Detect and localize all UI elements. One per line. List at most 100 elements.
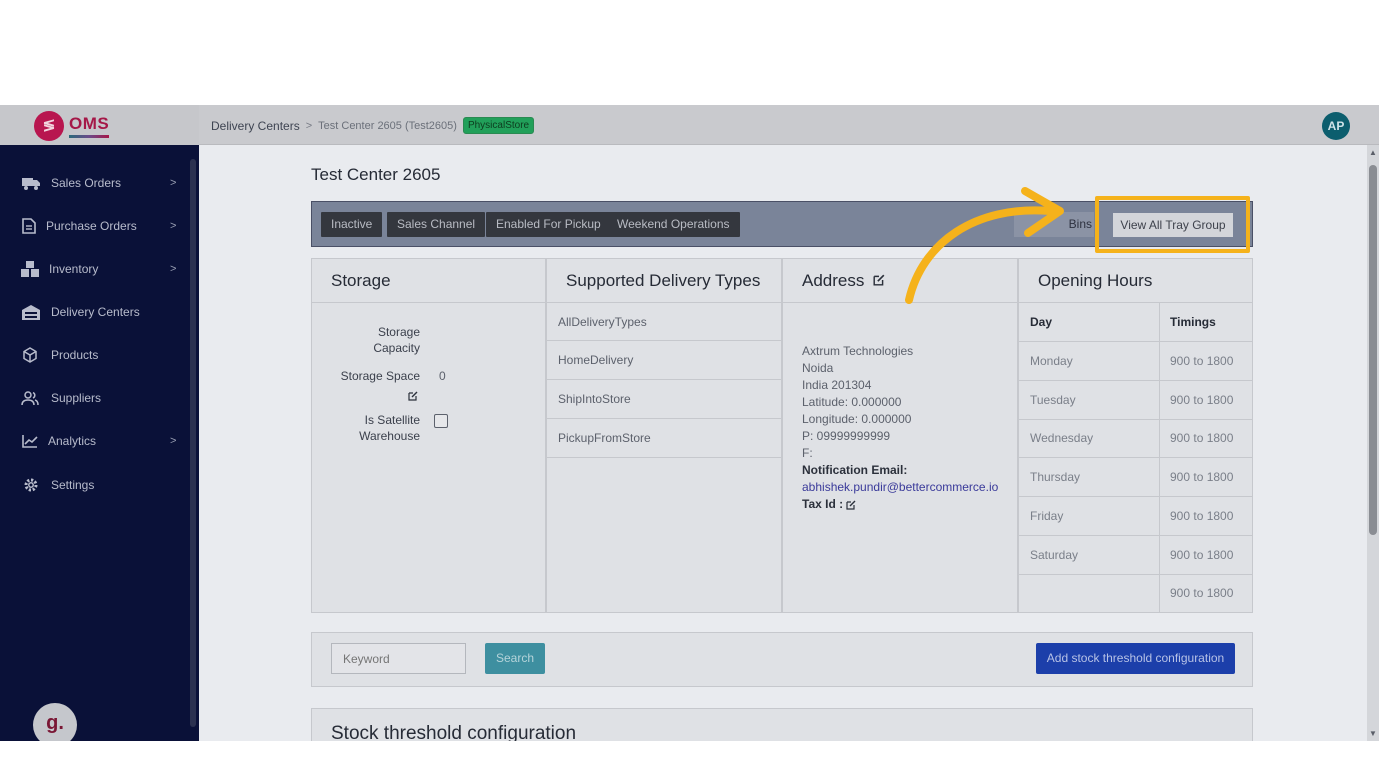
chevron-right-icon: > — [170, 435, 177, 447]
hours-day: Tuesday — [1030, 393, 1076, 407]
chevron-right-icon: > — [170, 220, 177, 232]
breadcrumb-separator: > — [305, 119, 313, 132]
hours-row: 900 to 1800 — [1019, 574, 1252, 613]
sidebar-item-label: Purchase Orders — [46, 219, 137, 233]
breadcrumb-current: Test Center 2605 (Test2605) — [318, 119, 457, 132]
tutorial-arrow-icon — [905, 187, 1064, 304]
sidebar-item-label: Delivery Centers — [51, 305, 140, 319]
edit-storage-space-icon[interactable] — [408, 387, 418, 405]
sidebar-item-label: Settings — [51, 478, 95, 492]
sidebar-item-label: Sales Orders — [51, 176, 122, 190]
hours-column-divider — [1159, 303, 1160, 613]
hours-row: Monday 900 to 1800 — [1019, 342, 1252, 381]
hours-time: 900 to 1800 — [1170, 354, 1234, 368]
hours-row: Saturday 900 to 1800 — [1019, 536, 1252, 575]
hours-row: Thursday 900 to 1800 — [1019, 458, 1252, 497]
logo-text: OMS — [69, 114, 110, 133]
address-longitude: Longitude: 0.000000 — [802, 412, 912, 426]
hours-row: Wednesday 900 to 1800 — [1019, 419, 1252, 458]
search-button[interactable]: Search — [485, 643, 545, 674]
hours-time: 900 to 1800 — [1170, 586, 1234, 600]
address-fax: F: — [802, 446, 813, 460]
chart-line-icon — [21, 433, 39, 449]
avatar[interactable]: AP — [1322, 112, 1350, 140]
tax-id-row: Tax Id : — [802, 496, 998, 513]
breadcrumb: Delivery Centers > Test Center 2605 (Tes… — [211, 117, 535, 134]
hours-time: 900 to 1800 — [1170, 431, 1234, 445]
enabled-for-pickup-button[interactable]: Enabled For Pickup — [486, 212, 611, 237]
add-stock-threshold-button[interactable]: Add stock threshold configuration — [1036, 643, 1235, 674]
hours-row: Friday 900 to 1800 — [1019, 497, 1252, 536]
storage-capacity-label: Storage Capacity — [373, 325, 420, 355]
delivery-type-row: ShipIntoStore — [547, 380, 781, 419]
sidebar-item-delivery-centers[interactable]: Delivery Centers — [0, 299, 190, 325]
delivery-types-panel: Supported Delivery Types AllDeliveryType… — [546, 258, 782, 613]
sidebar-item-label: Analytics — [48, 434, 97, 448]
hours-time: 900 to 1800 — [1170, 548, 1234, 562]
page-title: Test Center 2605 — [311, 165, 441, 184]
storage-space-value: 0 — [439, 369, 446, 383]
chevron-right-icon: > — [170, 263, 177, 275]
hours-time: 900 to 1800 — [1170, 509, 1234, 523]
sidebar-item-purchase-orders[interactable]: Purchase Orders > — [0, 213, 190, 239]
store-type-badge: PhysicalStore — [462, 117, 535, 134]
hours-row: Tuesday 900 to 1800 — [1019, 381, 1252, 420]
scroll-up-icon[interactable]: ▲ — [1369, 148, 1377, 157]
keyword-search-input[interactable] — [331, 643, 466, 674]
address-latitude: Latitude: 0.000000 — [802, 395, 902, 409]
sidebar-item-products[interactable]: Products — [0, 342, 190, 368]
scrollbar-thumb[interactable] — [1369, 165, 1377, 535]
gear-icon — [22, 477, 40, 493]
notification-email-link[interactable]: abhishek.pundir@bettercommerce.io — [802, 479, 998, 496]
page-scrollbar[interactable]: ▲ ▼ — [1367, 145, 1379, 741]
satellite-warehouse-checkbox[interactable] — [434, 414, 448, 428]
sidebar-item-sales-orders[interactable]: Sales Orders > — [0, 170, 190, 196]
search-panel: Search Add stock threshold configuration — [311, 632, 1253, 687]
hours-day: Wednesday — [1030, 431, 1094, 445]
delivery-type-row: AllDeliveryTypes — [547, 303, 781, 341]
sidebar-item-suppliers[interactable]: Suppliers — [0, 385, 190, 411]
satellite-warehouse-label: Is Satellite Warehouse — [359, 413, 420, 443]
edit-address-icon[interactable] — [873, 259, 885, 303]
inactive-button[interactable]: Inactive — [321, 212, 383, 237]
address-details: Axtrum Technologies Noida India 201304 L… — [802, 343, 998, 513]
warehouse-icon — [22, 304, 40, 320]
users-icon — [21, 390, 39, 406]
edit-tax-id-icon[interactable] — [846, 496, 856, 513]
scroll-down-icon[interactable]: ▼ — [1369, 729, 1377, 738]
truck-icon — [22, 175, 40, 191]
sidebar-item-inventory[interactable]: Inventory > — [0, 256, 190, 282]
boxes-icon — [21, 261, 39, 277]
sidebar: Sales Orders > Purchase Orders > Invento… — [0, 145, 199, 741]
stock-threshold-title: Stock threshold configuration — [331, 723, 577, 741]
sidebar-item-label: Inventory — [49, 262, 99, 276]
sidebar-item-label: Suppliers — [51, 391, 102, 405]
document-icon — [20, 218, 38, 234]
timings-header: Timings — [1170, 315, 1216, 329]
address-city: Noida — [802, 361, 834, 375]
weekend-operations-button[interactable]: Weekend Operations — [607, 212, 740, 237]
delivery-type-row: PickupFromStore — [547, 419, 781, 458]
breadcrumb-root[interactable]: Delivery Centers — [211, 119, 300, 133]
storage-title: Storage — [312, 259, 545, 303]
storage-space-label: Storage Space — [340, 369, 420, 383]
stock-threshold-panel: Stock threshold configuration — [311, 708, 1253, 741]
logo[interactable]: ≶ OMS — [0, 105, 199, 145]
address-phone: P: 09999999999 — [802, 429, 891, 443]
top-bar: ≶ OMS Delivery Centers > Test Center 260… — [0, 105, 1379, 145]
hours-day: Friday — [1030, 509, 1064, 523]
sidebar-item-analytics[interactable]: Analytics > — [0, 428, 190, 454]
logo-mark-icon: ≶ — [34, 111, 64, 141]
sidebar-item-label: Products — [51, 348, 99, 362]
g-logo[interactable]: g. — [33, 703, 77, 741]
hours-day: Thursday — [1030, 470, 1081, 484]
chevron-right-icon: > — [170, 177, 177, 189]
tax-id-label: Tax Id : — [802, 497, 844, 511]
delivery-types-title: Supported Delivery Types — [547, 259, 781, 303]
sales-channel-button[interactable]: Sales Channel — [387, 212, 486, 237]
tutorial-highlight-box — [1095, 196, 1250, 253]
app-window: ≶ OMS Delivery Centers > Test Center 260… — [0, 105, 1379, 741]
hours-time: 900 to 1800 — [1170, 470, 1234, 484]
sidebar-item-settings[interactable]: Settings — [0, 472, 190, 498]
sidebar-scrollbar[interactable] — [190, 159, 196, 727]
